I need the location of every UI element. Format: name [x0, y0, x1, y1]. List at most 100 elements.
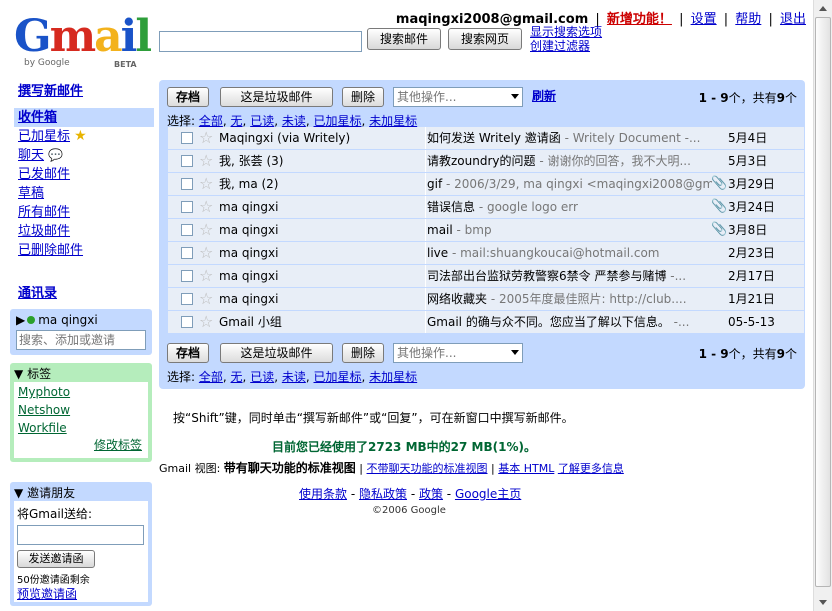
row-checkbox[interactable] — [181, 155, 193, 167]
refresh-link[interactable]: 刷新 — [532, 87, 556, 104]
search-input[interactable] — [159, 31, 362, 52]
contacts-link[interactable]: 通讯录 — [18, 282, 57, 301]
mail-row[interactable]: ☆ ma qingxi 网络收藏夹 - 2005年度最佳照片: http://clu… — [168, 288, 804, 311]
scrollbar-thumb[interactable] — [815, 17, 831, 587]
row-checkbox[interactable] — [181, 132, 193, 144]
mail-row[interactable]: ☆ ma qingxi live - mail:shuangkoucai@hotma… — [168, 242, 804, 265]
vertical-scrollbar[interactable] — [813, 0, 832, 611]
mail-sender[interactable]: Gmail 小组 — [219, 311, 424, 333]
learn-more-link[interactable]: 了解更多信息 — [558, 462, 624, 475]
scroll-down-icon[interactable] — [819, 600, 827, 605]
select-none-link[interactable]: 无 — [231, 370, 243, 384]
select-starred-link[interactable]: 已加星标 — [314, 370, 362, 384]
expand-triangle-icon[interactable]: ▶ — [16, 313, 25, 327]
select-none-link[interactable]: 无 — [231, 114, 243, 128]
logout-link[interactable]: 退出 — [780, 12, 806, 27]
star-icon[interactable]: ☆ — [199, 196, 213, 218]
mail-row[interactable]: ☆ ma qingxi mail - bmp 📎 3月8日 — [168, 219, 804, 242]
sidebar-item-sent[interactable]: 已发邮件 — [14, 165, 154, 184]
privacy-link[interactable]: 隐私政策 — [359, 487, 407, 501]
mail-sender[interactable]: ma qingxi — [219, 242, 424, 264]
labels-header[interactable]: ▼ 标签 — [14, 365, 51, 382]
mail-row[interactable]: ☆ 我, ma (2) gif - 2006/3/29, ma qingxi <ma… — [168, 173, 804, 196]
label-workfile[interactable]: Workfile — [18, 421, 67, 435]
mail-sender[interactable]: 我, ma (2) — [219, 173, 424, 195]
edit-labels-link[interactable]: 修改标签 — [94, 436, 142, 453]
row-checkbox[interactable] — [181, 201, 193, 213]
sidebar-item-label[interactable]: 草稿 — [18, 186, 44, 201]
mail-subject[interactable]: 如何发送 Writely 邀请函 - Writely Document -... — [427, 127, 712, 149]
search-mail-button[interactable]: 搜索邮件 — [367, 28, 441, 50]
delete-button[interactable]: 删除 — [342, 87, 384, 107]
collapse-triangle-icon[interactable]: ▼ — [14, 367, 23, 381]
mail-subject[interactable]: 错误信息 - google logo err — [427, 196, 712, 218]
select-read-link[interactable]: 已读 — [250, 370, 274, 384]
sidebar-item-label[interactable]: 已发邮件 — [18, 167, 70, 182]
star-icon[interactable]: ☆ — [199, 219, 213, 241]
row-checkbox[interactable] — [181, 293, 193, 305]
show-search-options-link[interactable]: 显示搜索选项 — [530, 25, 602, 39]
sidebar-item-drafts[interactable]: 草稿 — [14, 184, 154, 203]
mail-subject[interactable]: live - mail:shuangkoucai@hotmail.com — [427, 242, 712, 264]
mail-subject[interactable]: 请教zoundry的问题 - 谢谢你的回答，我不大明... — [427, 150, 712, 172]
select-starred-link[interactable]: 已加星标 — [314, 114, 362, 128]
row-checkbox[interactable] — [181, 247, 193, 259]
sidebar-item-all-mail[interactable]: 所有邮件 — [14, 203, 154, 222]
compose-link[interactable]: 撰写新邮件 — [18, 80, 83, 99]
delete-button[interactable]: 删除 — [342, 343, 384, 363]
mail-row[interactable]: ☆ ma qingxi 司法部出台监狱劳教警察6禁令 严禁参与赌博 -... 2月17… — [168, 265, 804, 288]
sidebar-item-label[interactable]: 已删除邮件 — [18, 243, 83, 258]
mail-sender[interactable]: ma qingxi — [219, 219, 424, 241]
mail-subject[interactable]: Gmail 的确与众不同。您应当了解以下信息。 -... — [427, 311, 712, 333]
row-checkbox[interactable] — [181, 178, 193, 190]
star-icon[interactable]: ☆ — [199, 288, 213, 310]
invite-email-input[interactable] — [17, 525, 144, 545]
create-filter-link[interactable]: 创建过滤器 — [530, 39, 590, 53]
report-spam-button[interactable]: 这是垃圾邮件 — [220, 87, 333, 107]
mail-sender[interactable]: ma qingxi — [219, 288, 424, 310]
select-all-link[interactable]: 全部 — [199, 370, 223, 384]
report-spam-button[interactable]: 这是垃圾邮件 — [220, 343, 333, 363]
select-unstarred-link[interactable]: 未加星标 — [369, 114, 417, 128]
star-icon[interactable]: ☆ — [199, 150, 213, 172]
mail-row[interactable]: ☆ ma qingxi 错误信息 - google logo err 📎 3月24日 — [168, 196, 804, 219]
sidebar-item-spam[interactable]: 垃圾邮件 — [14, 222, 154, 241]
label-myphoto[interactable]: Myphoto — [18, 385, 70, 399]
archive-button[interactable]: 存档 — [167, 343, 209, 363]
mail-subject[interactable]: 司法部出台监狱劳教警察6禁令 严禁参与赌博 -... — [427, 265, 712, 287]
label-netshow[interactable]: Netshow — [18, 403, 70, 417]
select-unread-link[interactable]: 未读 — [282, 370, 306, 384]
star-icon[interactable]: ☆ — [199, 242, 213, 264]
sidebar-item-inbox[interactable]: 收件箱 — [14, 108, 154, 127]
google-home-link[interactable]: Google主页 — [455, 487, 521, 501]
more-actions-select[interactable]: 其他操作... — [393, 343, 523, 363]
preview-invite-link[interactable]: 预览邀请函 — [17, 585, 77, 602]
row-checkbox[interactable] — [181, 224, 193, 236]
star-icon[interactable]: ☆ — [199, 127, 213, 149]
mail-sender[interactable]: Maqingxi (via Writely) — [219, 127, 424, 149]
sidebar-item-starred[interactable]: 已加星标 ★ — [14, 127, 154, 146]
mail-subject[interactable]: 网络收藏夹 - 2005年度最佳照片: http://club.... — [427, 288, 712, 310]
no-chat-view-link[interactable]: 不带聊天功能的标准视图 — [367, 462, 488, 475]
sidebar-item-label[interactable]: 垃圾邮件 — [18, 224, 70, 239]
select-all-link[interactable]: 全部 — [199, 114, 223, 128]
sidebar-item-label[interactable]: 已加星标 — [18, 129, 70, 144]
invite-header[interactable]: ▼ 邀请朋友 — [14, 484, 75, 501]
new-features-link[interactable]: 新增功能！ — [607, 12, 672, 27]
sidebar-item-label[interactable]: 收件箱 — [18, 110, 57, 125]
row-checkbox[interactable] — [181, 270, 193, 282]
star-icon[interactable]: ☆ — [199, 173, 213, 195]
mail-sender[interactable]: ma qingxi — [219, 265, 424, 287]
gmail-logo[interactable]: Gmail by Google BETA — [14, 14, 152, 76]
row-checkbox[interactable] — [181, 316, 193, 328]
mail-subject[interactable]: gif - 2006/3/29, ma qingxi <maqingxi2008… — [427, 173, 712, 195]
collapse-triangle-icon[interactable]: ▼ — [14, 486, 23, 500]
send-invite-button[interactable]: 发送邀请函 — [17, 550, 95, 568]
more-actions-select[interactable]: 其他操作... — [393, 87, 523, 107]
scroll-up-icon[interactable] — [819, 6, 827, 11]
terms-link[interactable]: 使用条款 — [299, 487, 347, 501]
select-unread-link[interactable]: 未读 — [282, 114, 306, 128]
search-web-button[interactable]: 搜索网页 — [448, 28, 522, 50]
mail-sender[interactable]: 我, 张荟 (3) — [219, 150, 424, 172]
archive-button[interactable]: 存档 — [167, 87, 209, 107]
